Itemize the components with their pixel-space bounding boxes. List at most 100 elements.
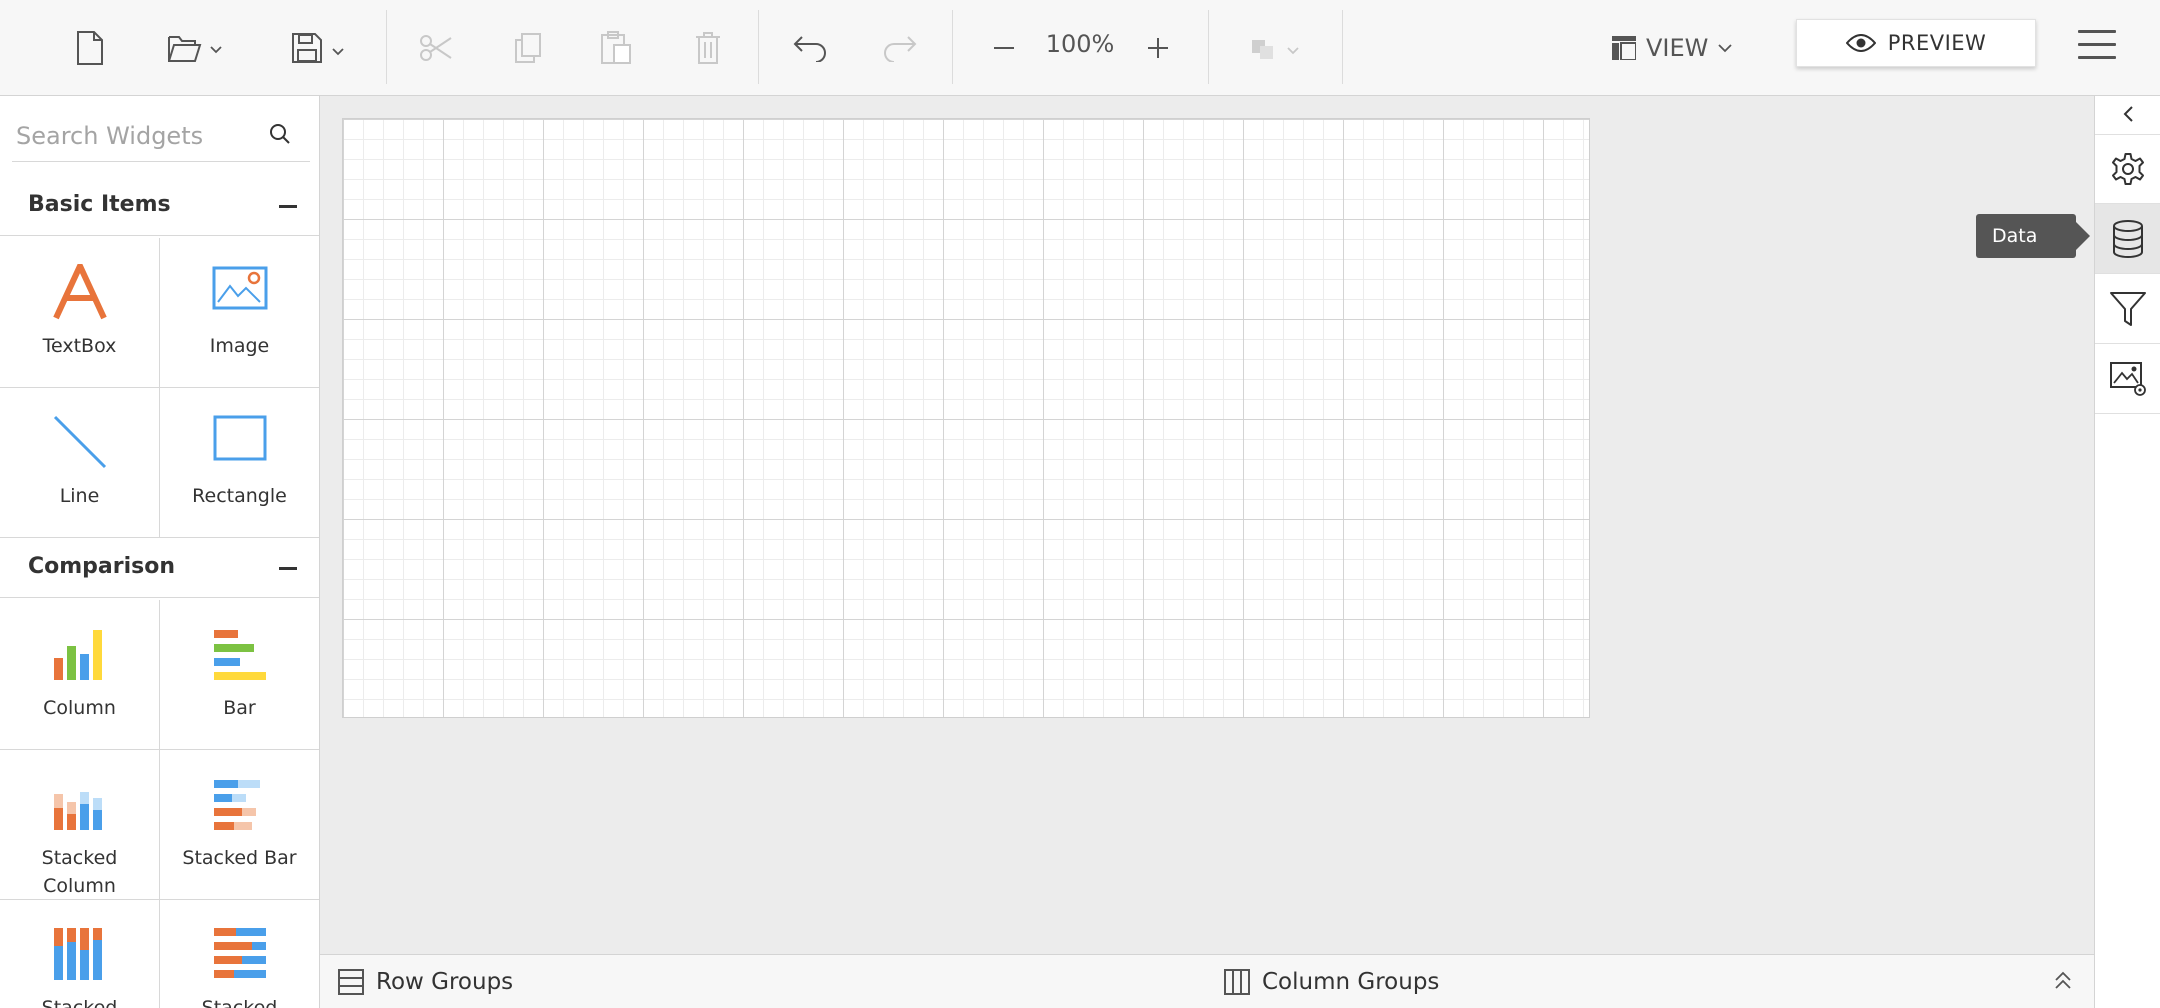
widget-label: Stacked [201, 997, 278, 1008]
redo-button[interactable] [878, 18, 922, 78]
folder-open-icon [168, 36, 222, 62]
expand-groups-button[interactable] [2054, 971, 2072, 995]
textbox-icon [52, 264, 107, 320]
copy-button[interactable] [508, 18, 548, 78]
plus-icon [1148, 38, 1168, 58]
double-chevron-up-icon [2055, 971, 2071, 989]
new-file-button[interactable] [68, 18, 112, 78]
widget-line[interactable]: Line [0, 388, 160, 538]
widget-bar-chart[interactable]: Bar [160, 600, 319, 750]
paste-icon [601, 31, 631, 64]
group-title: Comparison [28, 554, 176, 579]
zoom-level[interactable]: 100% [1030, 30, 1130, 58]
widget-stacked-column[interactable]: Stacked Column [0, 750, 160, 900]
widget-rectangle[interactable]: Rectangle [160, 388, 319, 538]
widget-column-chart[interactable]: Column [0, 600, 160, 750]
column-groups-button[interactable]: Column Groups [1224, 963, 1439, 1001]
stacked-bar-icon [213, 780, 260, 830]
gear-icon [2111, 153, 2144, 185]
stacked-bar-100-icon [213, 928, 266, 978]
undo-icon [793, 36, 826, 62]
arrange-icon [1252, 40, 1299, 59]
widget-label: TextBox [42, 335, 117, 357]
image-settings-icon [2109, 361, 2146, 396]
view-menu-button[interactable]: VIEW [1612, 26, 1733, 70]
save-icon [292, 33, 344, 63]
widget-textbox[interactable]: TextBox [0, 238, 160, 388]
hamburger-menu-button[interactable] [2074, 26, 2120, 66]
toolbar-separator [1342, 10, 1343, 84]
group-title: Basic Items [28, 192, 171, 217]
data-panel-button[interactable] [2095, 204, 2160, 274]
redo-icon [884, 36, 917, 62]
zoom-out-button[interactable] [988, 18, 1020, 78]
column-groups-icon [1224, 969, 1250, 995]
data-tooltip: Data [1976, 214, 2090, 258]
new-file-icon [77, 31, 103, 65]
widget-search [12, 112, 310, 162]
zoom-in-button[interactable] [1142, 18, 1174, 78]
chevron-left-icon [2123, 106, 2133, 122]
menu-line [2078, 30, 2116, 33]
cut-button[interactable] [416, 18, 456, 78]
eye-icon [1845, 34, 1876, 52]
design-canvas-area [320, 96, 2094, 954]
stacked-column-icon [53, 792, 102, 830]
menu-line [2078, 56, 2116, 59]
filter-icon [2109, 291, 2146, 326]
column-groups-label: Column Groups [1262, 969, 1440, 995]
report-design-grid[interactable] [342, 118, 1590, 718]
filter-panel-button[interactable] [2095, 274, 2160, 344]
view-label: VIEW [1646, 34, 1709, 62]
collapse-icon[interactable] [279, 205, 297, 208]
widget-stacked-bar[interactable]: Stacked Bar [160, 750, 319, 900]
chevron-down-icon [1718, 44, 1733, 53]
image-manager-panel-button[interactable] [2095, 344, 2160, 414]
layout-icon [1612, 36, 1636, 60]
widget-stacked-column-100[interactable]: Stacked [0, 900, 160, 1008]
collapse-icon[interactable] [279, 567, 297, 570]
widget-image[interactable]: Image [160, 238, 319, 388]
save-button[interactable] [288, 18, 352, 78]
row-groups-button[interactable]: Row Groups [338, 963, 513, 1001]
row-groups-label: Row Groups [376, 969, 514, 995]
undo-button[interactable] [788, 18, 832, 78]
menu-line [2078, 43, 2116, 46]
widget-sidebar: Basic Items TextBox Image Line [0, 96, 320, 1008]
toolbar-separator [952, 10, 953, 84]
search-icon[interactable] [268, 122, 292, 146]
open-file-button[interactable] [164, 18, 228, 78]
widget-label: Bar [223, 697, 256, 719]
widget-label: Stacked Bar [182, 847, 297, 869]
widget-stacked-bar-100[interactable]: Stacked [160, 900, 319, 1008]
group-header-basic-items[interactable]: Basic Items [0, 176, 319, 236]
toolbar: 100% VIEW PREVIEW [0, 0, 2160, 96]
properties-panel-button[interactable] [2095, 134, 2160, 204]
paste-button[interactable] [596, 18, 636, 78]
widget-label: Stacked [41, 997, 118, 1008]
arrange-button[interactable] [1246, 18, 1306, 78]
minus-icon [994, 47, 1014, 49]
group-header-comparison[interactable]: Comparison [0, 538, 319, 598]
delete-button[interactable] [688, 18, 728, 78]
stacked-column-100-icon [53, 928, 102, 980]
collapse-panel-button[interactable] [2095, 96, 2160, 132]
image-icon [212, 266, 267, 310]
widget-label: Stacked Column [41, 847, 118, 897]
column-chart-icon [53, 630, 102, 680]
line-icon [53, 415, 106, 469]
copy-icon [515, 33, 541, 63]
widget-label: Image [209, 335, 270, 357]
toolbar-separator [386, 10, 387, 84]
groups-bar: Row Groups Column Groups [320, 954, 2094, 1008]
rectangle-icon [213, 415, 266, 461]
right-panel [2094, 96, 2160, 1008]
bar-chart-icon [213, 630, 266, 680]
preview-label: PREVIEW [1887, 31, 1987, 55]
preview-button[interactable]: PREVIEW [1796, 19, 2036, 67]
toolbar-separator [1208, 10, 1209, 84]
scissors-icon [420, 35, 452, 61]
trash-icon [696, 32, 720, 64]
widget-label: Line [59, 485, 100, 507]
search-input[interactable] [14, 118, 258, 154]
